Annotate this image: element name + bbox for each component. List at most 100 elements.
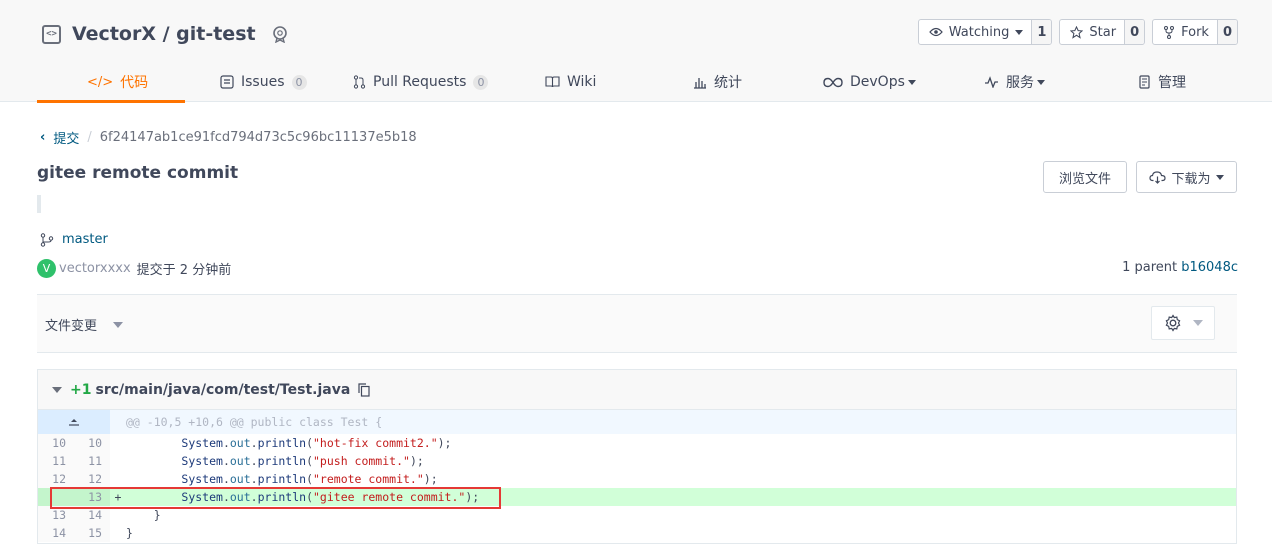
hunk-spacer — [110, 410, 126, 434]
star-count[interactable]: 0 — [1124, 20, 1145, 44]
diff-line: 10 10 System.out.println("hot-fix commit2… — [38, 434, 1236, 452]
parent-hash-link[interactable]: b16048c — [1181, 260, 1238, 275]
tab-services[interactable]: 服务 — [984, 62, 1045, 102]
chevron-down-icon — [1192, 320, 1203, 326]
chevron-down-icon — [1215, 174, 1224, 180]
tab-devops-label: DevOps — [850, 74, 905, 90]
breadcrumb-commits-link[interactable]: 提交 — [53, 128, 79, 147]
fork-icon — [1164, 25, 1175, 39]
tab-devops[interactable]: DevOps — [823, 62, 916, 102]
watch-count[interactable]: 1 — [1031, 20, 1052, 44]
star-icon — [1070, 25, 1084, 39]
diff-hunk-header: @@ -10,5 +10,6 @@ public class Test { — [38, 410, 1236, 434]
copy-icon[interactable] — [358, 382, 370, 397]
fork-count[interactable]: 0 — [1216, 20, 1237, 44]
branch-name-link[interactable]: master — [62, 232, 108, 247]
collapse-chevron-icon[interactable] — [52, 386, 62, 393]
file-changes-toggle[interactable]: 文件变更 — [45, 315, 124, 334]
diff-file-path[interactable]: src/main/java/com/test/Test.java — [95, 382, 350, 398]
star-main: Star — [1060, 20, 1124, 44]
diff-settings-button[interactable] — [1151, 306, 1215, 340]
tab-pull-requests-count: 0 — [473, 74, 489, 90]
repo-title-row: <> VectorX / git-test — [42, 20, 290, 48]
tab-pull-requests-label: Pull Requests — [373, 74, 467, 90]
new-line-number: 12 — [74, 470, 110, 488]
author-name-link[interactable]: vectorxxxx — [59, 261, 131, 276]
tab-wiki[interactable]: Wiki — [545, 62, 596, 102]
gear-icon — [1165, 314, 1180, 332]
fork-button[interactable]: Fork 0 — [1152, 19, 1238, 45]
parent-info: 1 parent b16048c — [1122, 260, 1238, 275]
new-line-number: 11 — [74, 452, 110, 470]
active-tab-underline — [37, 100, 185, 103]
diff-sign: + — [114, 490, 122, 504]
tab-manage-label: 管理 — [1158, 75, 1186, 91]
manage-document-icon — [1139, 75, 1150, 89]
bar-chart-icon — [694, 77, 706, 89]
repo-code-icon: <> — [42, 24, 61, 44]
tab-pull-requests[interactable]: Pull Requests 0 — [353, 62, 489, 102]
code-icon: </> — [87, 74, 114, 90]
tab-code-label: 代码 — [120, 75, 149, 91]
diff-sign — [110, 506, 126, 524]
diff-code: System.out.println("push commit."); — [181, 454, 424, 468]
diff-sign — [110, 524, 126, 542]
tab-issues[interactable]: Issues 0 — [220, 62, 307, 102]
diff-sign — [110, 470, 126, 488]
cloud-download-icon — [1149, 171, 1167, 184]
old-line-number: 12 — [38, 470, 74, 488]
commit-description-bar — [37, 195, 41, 213]
watch-main: Watching — [919, 20, 1032, 44]
tab-issues-count: 0 — [291, 74, 307, 90]
avatar[interactable]: V — [37, 259, 56, 278]
watch-button[interactable]: Watching 1 — [917, 19, 1053, 45]
diff-code: } — [126, 508, 161, 522]
browse-files-button[interactable]: 浏览文件 — [1043, 161, 1127, 193]
chevron-left-icon[interactable]: ‹ — [40, 130, 45, 145]
breadcrumb: ‹ 提交 / 6f24147ab1ce91fcd794d73c5c96bc111… — [40, 128, 417, 147]
recommend-badge-icon — [270, 24, 290, 44]
tab-code[interactable]: </> 代码 — [87, 62, 148, 102]
diff-sign — [110, 452, 126, 470]
diff-line: 12 12 System.out.println("remote commit."… — [38, 470, 1236, 488]
tab-services-label: 服务 — [1006, 75, 1034, 91]
download-as-label: 下载为 — [1171, 171, 1211, 187]
tab-stats[interactable]: 统计 — [693, 62, 742, 102]
chevron-down-icon — [113, 321, 124, 328]
star-label: Star — [1089, 24, 1117, 40]
new-line-number: 13 — [74, 488, 110, 506]
breadcrumb-commit-hash: 6f24147ab1ce91fcd794d73c5c96bc11137e5b18 — [99, 130, 417, 145]
diff-line: 14 15} — [38, 524, 1236, 542]
issues-icon — [220, 75, 234, 89]
old-line-number: 13 — [38, 506, 74, 524]
tab-wiki-label: Wiki — [567, 74, 597, 90]
repo-header: <> VectorX / git-test Watching 1 Star 0 — [0, 0, 1272, 103]
infinity-icon — [823, 77, 843, 87]
author-row: V vectorxxxx 提交于 2 分钟前 — [37, 259, 231, 278]
download-as-button[interactable]: 下载为 — [1136, 161, 1237, 193]
old-line-number: 10 — [38, 434, 74, 452]
expand-up-icon[interactable] — [38, 410, 110, 434]
old-line-number: 11 — [38, 452, 74, 470]
diff-code: } — [126, 526, 133, 540]
branch-row: master — [40, 232, 108, 247]
tab-manage[interactable]: 管理 — [1139, 62, 1186, 102]
tab-stats-label: 统计 — [714, 75, 742, 91]
chevron-down-icon — [1037, 79, 1045, 85]
diff-lines: @@ -10,5 +10,6 @@ public class Test { 10… — [38, 410, 1236, 542]
breadcrumb-separator: / — [87, 130, 92, 145]
diff-added-count: +1 — [70, 381, 92, 398]
browse-files-label: 浏览文件 — [1058, 171, 1111, 187]
parent-label: 1 parent — [1122, 260, 1178, 275]
star-button[interactable]: Star 0 — [1059, 19, 1146, 45]
fork-label: Fork — [1181, 24, 1209, 40]
diff-line: 13 + System.out.println("gitee remote com… — [38, 488, 1236, 506]
repo-actions: Watching 1 Star 0 Fork 0 — [917, 19, 1238, 45]
old-line-number: 14 — [38, 524, 74, 542]
repo-tabs: </> 代码 Issues 0 Pull Requests 0 Wiki 统计 … — [37, 62, 1272, 103]
new-line-number: 14 — [74, 506, 110, 524]
repo-name-link[interactable]: VectorX / git-test — [72, 23, 256, 45]
diff-sign — [110, 434, 126, 452]
diff-line: 13 14 } — [38, 506, 1236, 524]
fork-main: Fork — [1153, 20, 1217, 44]
